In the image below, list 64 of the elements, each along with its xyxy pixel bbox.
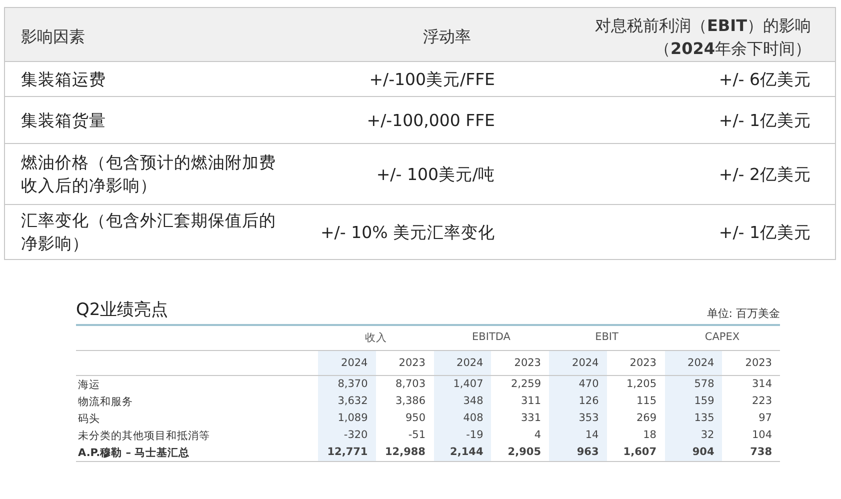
value-cell-text: 950 xyxy=(404,411,426,426)
impact-cell: +/- 6亿美元 xyxy=(495,62,835,97)
value-cell-text: -51 xyxy=(407,428,426,443)
change-cell: +/-100,000 FFE xyxy=(295,97,495,144)
impact-cell: +/- 1亿美元 xyxy=(495,97,835,144)
factor-cell-text: 汇率变化（包含外汇套期保值后的净影响） xyxy=(20,210,277,255)
year-heading: 2024 xyxy=(549,351,607,376)
impact-cell: +/- 2亿美元 xyxy=(495,144,835,205)
value-cell-text: 97 xyxy=(758,411,773,426)
value-cell: 135 xyxy=(664,410,722,427)
value-cell-text: 311 xyxy=(520,394,542,409)
value-cell: 32 xyxy=(664,427,722,444)
value-cell: 1,407 xyxy=(434,376,492,393)
value-cell: 578 xyxy=(664,376,722,393)
value-cell-text: 1,205 xyxy=(625,377,658,392)
change-cell: +/- 100美元/吨 xyxy=(295,144,495,205)
value-cell-text: 331 xyxy=(520,411,542,426)
value-cell-text: 8,703 xyxy=(394,377,426,392)
value-cell: -19 xyxy=(434,427,492,444)
value-cell: 2,144 xyxy=(434,444,492,462)
value-cell: 1,089 xyxy=(318,410,376,427)
value-cell-text: 314 xyxy=(750,377,773,392)
factor-cell: 燃油价格（包含预计的燃油附加费收入后的净影响） xyxy=(5,144,295,205)
year-heading: 2023 xyxy=(722,351,780,376)
value-cell: 14 xyxy=(549,427,607,444)
column-heading: 影响因素 xyxy=(5,8,295,62)
value-cell: 126 xyxy=(549,393,607,410)
value-cell: 963 xyxy=(549,444,607,462)
column-heading: 对息税前利润（EBIT）的影响 （2024年余下时间） xyxy=(495,8,835,62)
unit-label: 单位: 百万美金 xyxy=(706,306,780,321)
column-heading: 浮动率 xyxy=(295,8,495,62)
value-cell: 3,632 xyxy=(318,393,376,410)
value-cell-text: 269 xyxy=(635,411,658,426)
value-cell: 353 xyxy=(549,410,607,427)
row-label: 海运 xyxy=(77,378,101,393)
value-cell: 8,370 xyxy=(318,376,376,393)
change-cell: +/-100美元/FFE xyxy=(295,62,495,97)
factor-cell: 集装箱货量 xyxy=(5,97,295,144)
value-cell: -320 xyxy=(318,427,376,444)
value-cell-text: 3,386 xyxy=(394,394,426,409)
value-cell-text: 223 xyxy=(750,394,773,409)
value-cell-text: 104 xyxy=(750,428,773,443)
value-cell: 348 xyxy=(434,393,492,410)
row-label: 物流和服务 xyxy=(77,395,134,410)
table-title: Q2业绩亮点 xyxy=(76,299,168,321)
year-heading: 2024 xyxy=(318,351,376,376)
value-cell: 470 xyxy=(549,376,607,393)
change-cell-text: +/- 10% 美元汇率变化 xyxy=(319,222,495,244)
value-cell: 738 xyxy=(722,444,780,462)
year-heading: 2024 xyxy=(434,351,492,376)
value-cell: 904 xyxy=(664,444,722,462)
value-cell-text: 2,259 xyxy=(510,377,542,392)
year-heading: 2024 xyxy=(664,351,722,376)
row-label: A.P.穆勒 – 马士基汇总 xyxy=(76,444,318,462)
row-label: 码头 xyxy=(77,412,101,427)
value-cell-text: 18 xyxy=(642,428,658,443)
value-cell: 159 xyxy=(664,393,722,410)
value-cell-text: 4 xyxy=(533,428,542,443)
value-cell: 408 xyxy=(434,410,492,427)
row-label: 未分类的其他项目和抵消等 xyxy=(77,429,211,444)
value-cell: 12,771 xyxy=(318,444,376,462)
value-cell-text: 115 xyxy=(635,394,658,409)
impact-cell-text: +/- 1亿美元 xyxy=(718,222,812,244)
factor-cell: 集装箱运费 xyxy=(5,62,295,97)
